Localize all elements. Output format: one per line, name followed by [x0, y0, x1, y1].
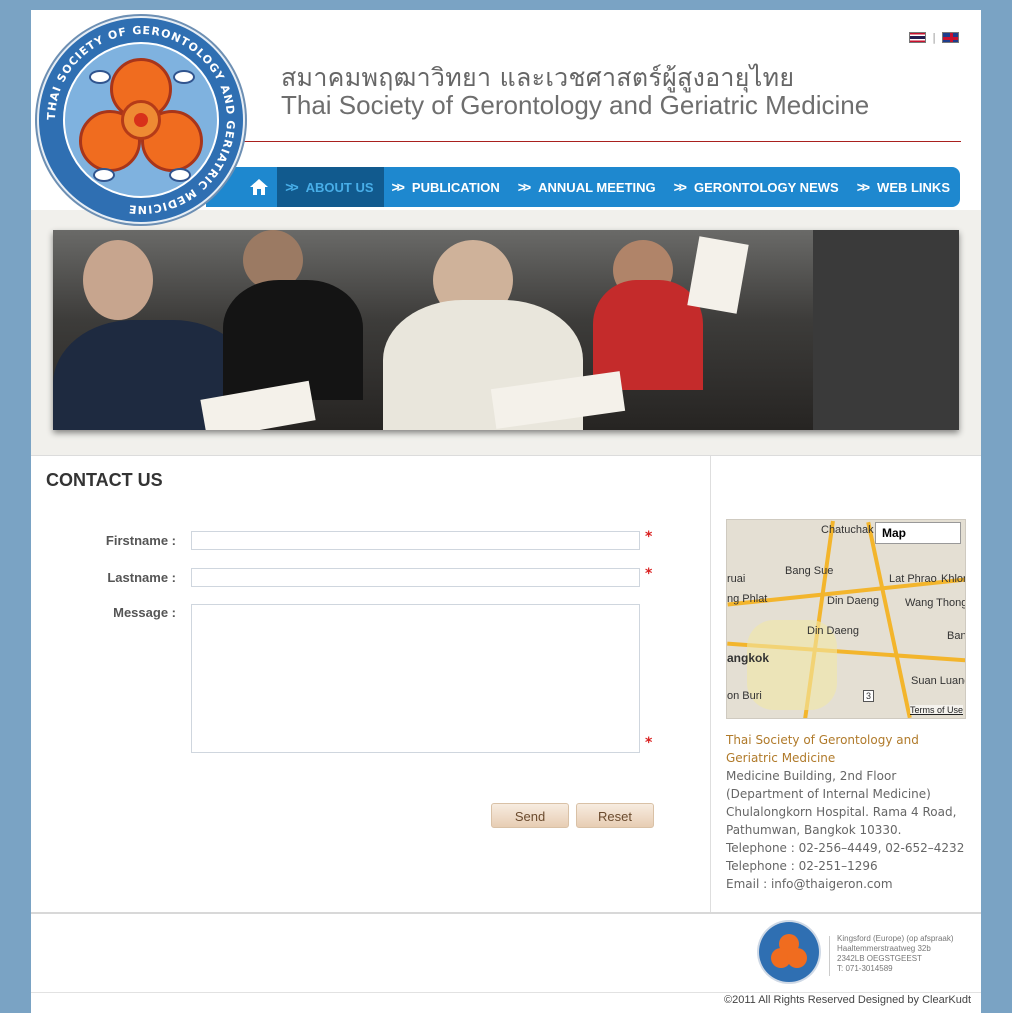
map-label: Lat Phrao — [889, 573, 937, 585]
send-button[interactable]: Send — [491, 803, 569, 828]
logo-leaf — [169, 168, 191, 182]
footer-logo-petal — [787, 948, 807, 968]
flag-thai-icon[interactable] — [909, 32, 927, 43]
map-label: Chatuchak — [821, 524, 874, 536]
lastname-label: Lastname : — [107, 570, 176, 585]
chevron-double-right-icon: >> — [391, 179, 405, 195]
banner-photo — [53, 230, 959, 430]
nav-label: ABOUT US — [305, 179, 374, 195]
photo-background — [813, 230, 959, 430]
message-textarea[interactable] — [191, 604, 640, 753]
nav-label: GERONTOLOGY NEWS — [693, 179, 839, 195]
map-label: Suan Luang — [911, 675, 966, 687]
page: THAI SOCIETY OF GERONTOLOGY AND GERIATRI… — [31, 10, 981, 1013]
footer-address-line: T: 071-3014589 — [837, 964, 893, 973]
copyright-text: ©2011 All Rights Reserved Designed by Cl… — [724, 994, 971, 1006]
message-label: Message : — [113, 605, 176, 620]
map-road — [866, 521, 912, 718]
logo-leaf — [93, 168, 115, 182]
map-type-button[interactable]: Map — [875, 522, 961, 544]
nav-item-annual-meeting[interactable]: >> ANNUAL MEETING — [510, 167, 666, 207]
map-label: angkok — [727, 651, 770, 665]
contact-title: CONTACT US — [46, 470, 163, 490]
site-title-english: Thai Society of Gerontology and Geriatri… — [281, 90, 870, 120]
footer-address-line: Haaltemmerstraatweg 32b — [837, 944, 931, 953]
location-map[interactable]: Map Chatuchak Bang Sue Lat Phrao Khlon r… — [726, 519, 966, 719]
map-label: ng Phlat — [727, 593, 768, 605]
photo-person — [83, 240, 153, 320]
main-nav: >> ABOUT US >> PUBLICATION >> ANNUAL MEE… — [206, 167, 960, 207]
chevron-double-right-icon: >> — [673, 179, 687, 195]
footer-logo — [759, 922, 819, 982]
map-label: Din Daeng — [807, 625, 859, 637]
footer-address-line: 2342LB OEGSTGEEST — [837, 954, 922, 963]
map-label: Ban — [947, 630, 966, 642]
footer-divider — [31, 912, 981, 914]
home-icon — [250, 179, 269, 195]
address-text: Medicine Building, 2nd Floor (Department… — [726, 769, 957, 837]
address-org-name: Thai Society of Gerontology and Geriatri… — [726, 733, 919, 765]
chevron-double-right-icon: >> — [517, 179, 531, 195]
banner-area — [31, 210, 981, 456]
footer-separator — [829, 936, 830, 976]
map-label: ruai — [727, 573, 746, 585]
language-separator: | — [932, 31, 936, 44]
map-label: Wang Thong Lang — [905, 597, 966, 609]
footer-address-line: Kingsford (Europe) (op afspraak) — [837, 934, 954, 943]
map-label: Din Daeng — [827, 595, 879, 607]
flag-uk-icon[interactable] — [942, 32, 959, 43]
map-label: Bang Sue — [785, 565, 834, 577]
map-terms-link[interactable]: Terms of Use — [909, 705, 963, 715]
logo-leaf — [173, 70, 195, 84]
lastname-input[interactable] — [191, 568, 640, 587]
nav-label: PUBLICATION — [411, 179, 500, 195]
title-divider — [241, 141, 961, 142]
map-label: Khlon — [941, 573, 965, 585]
nav-label: WEB LINKS — [877, 179, 950, 195]
nav-item-web-links[interactable]: >> WEB LINKS — [849, 167, 960, 207]
nav-item-publication[interactable]: >> PUBLICATION — [384, 167, 510, 207]
chevron-double-right-icon: >> — [285, 179, 298, 195]
address-phone-2: Telephone : 02-251–1296 — [726, 859, 878, 873]
footer-address: Kingsford (Europe) (op afspraak) Haaltem… — [837, 934, 954, 974]
firstname-label: Firstname : — [105, 533, 176, 548]
reset-button[interactable]: Reset — [576, 803, 654, 828]
chevron-double-right-icon: >> — [856, 179, 870, 195]
address-phone-1: Telephone : 02-256–4449, 02-652–4232 — [726, 841, 965, 855]
column-divider — [710, 456, 711, 912]
address-email: Email : info@thaigeron.com — [726, 877, 893, 891]
map-road-number: 3 — [863, 690, 875, 702]
language-selector: | — [909, 31, 959, 44]
lastname-required-mark: * — [645, 566, 653, 582]
logo-center-dot — [134, 113, 148, 127]
photo-paper — [687, 236, 749, 314]
nav-label: ANNUAL MEETING — [538, 179, 656, 195]
society-logo[interactable]: THAI SOCIETY OF GERONTOLOGY AND GERIATRI… — [39, 18, 243, 222]
firstname-input[interactable] — [191, 531, 640, 550]
message-required-mark: * — [645, 735, 653, 751]
photo-person — [223, 280, 363, 400]
nav-item-about-us[interactable]: >> ABOUT US — [277, 167, 384, 207]
logo-leaf — [89, 70, 111, 84]
firstname-required-mark: * — [645, 529, 653, 545]
map-label: on Buri — [727, 690, 762, 702]
footer-bottom-divider — [31, 992, 981, 993]
nav-item-gerontology-news[interactable]: >> GERONTOLOGY NEWS — [666, 167, 849, 207]
